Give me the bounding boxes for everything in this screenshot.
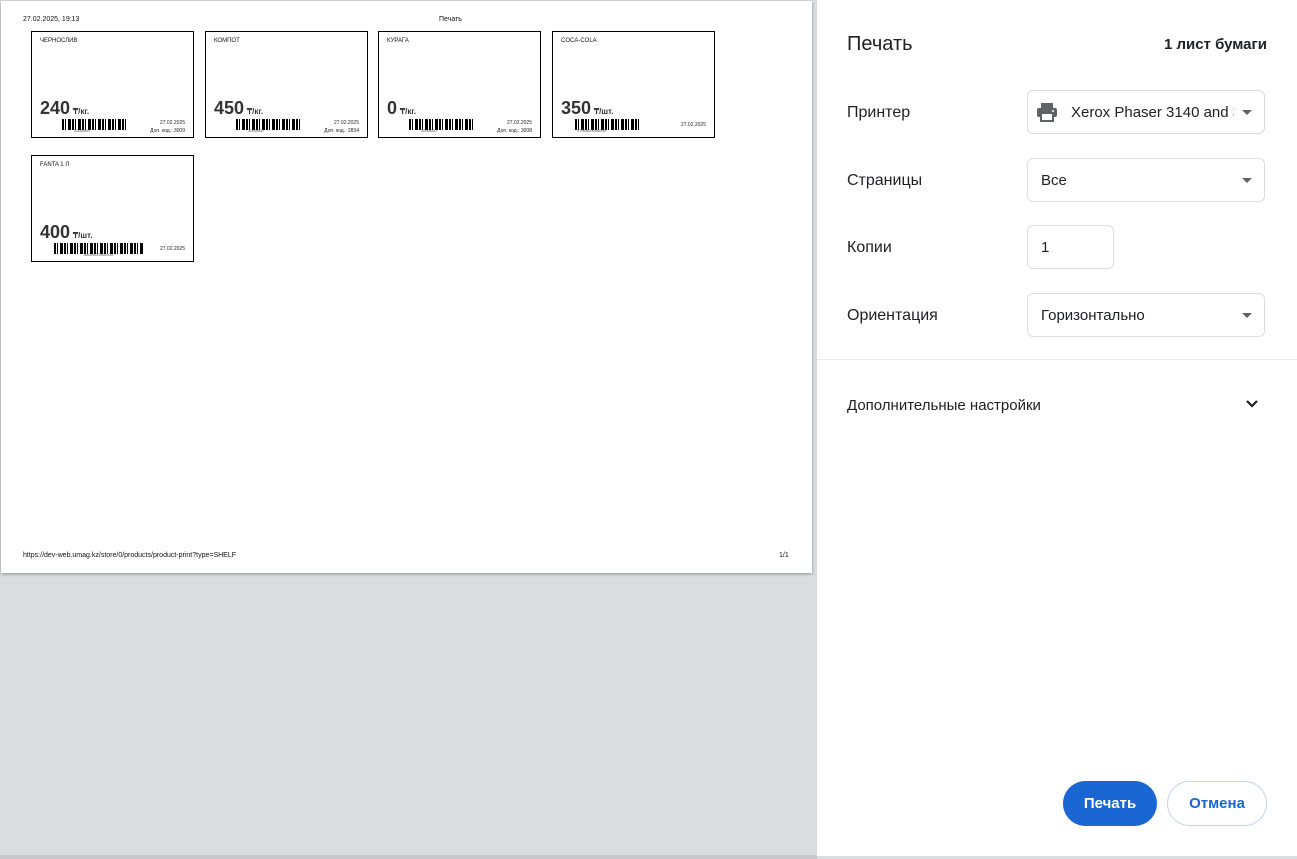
label-extra-code: Доп. код.: 3008	[497, 128, 532, 134]
barcode	[62, 119, 128, 130]
product-name: КУРАГА	[387, 38, 409, 44]
print-preview-area: 27.02.2025, 19:13 Печать ЧЕРНОСЛИВ 240 ₸/…	[0, 0, 817, 859]
copies-input[interactable]: 1	[1027, 225, 1114, 269]
preview-footer-page: 1/1	[779, 552, 789, 559]
barcode-number: 2000000	[248, 128, 264, 133]
copies-label: Копии	[847, 239, 892, 256]
pages-value: Все	[1041, 171, 1067, 189]
price-label: COCA-COLA 350 ₸/шт. 2700000000000 27.02.2…	[552, 31, 715, 138]
printer-label: Принтер	[847, 104, 911, 121]
price-label: FANTA 1 Л 400 ₸/шт. 4600000000000 27.02.2…	[31, 155, 194, 262]
preview-footer-url: https://dev-web.umag.kz/store/0/products…	[23, 552, 237, 559]
product-name: КОМПОТ	[214, 38, 240, 44]
chevron-down-icon[interactable]	[1245, 397, 1259, 411]
product-name: FANTA 1 Л	[40, 162, 70, 168]
price-value: 350	[561, 98, 592, 118]
preview-page: 27.02.2025, 19:13 Печать ЧЕРНОСЛИВ 240 ₸/…	[1, 1, 812, 573]
orientation-select[interactable]: Горизонтально	[1027, 293, 1265, 337]
barcode	[409, 119, 475, 130]
triangle-down-icon	[1242, 312, 1252, 318]
product-price: 0 ₸/кг.	[387, 98, 416, 119]
label-date: 27.02.2025	[159, 120, 185, 126]
product-price: 400 ₸/шт.	[40, 222, 92, 243]
price-unit: ₸/кг.	[400, 107, 417, 116]
barcode-number: 4600000000000	[84, 252, 113, 257]
label-extra-code: Доп. код.: 3009	[150, 128, 185, 134]
taskbar-strip	[0, 855, 817, 859]
price-value: 400	[40, 222, 71, 242]
label-date: 27.02.2025	[333, 120, 359, 126]
product-price: 450 ₸/кг.	[214, 98, 263, 119]
barcode	[236, 119, 302, 130]
label-date: 27.02.2025	[159, 246, 185, 252]
printer-select[interactable]: Xerox Phaser 3140 and 3155	[1027, 90, 1265, 134]
pages-label: Страницы	[847, 172, 923, 189]
price-value: 450	[214, 98, 245, 118]
triangle-down-icon	[1242, 177, 1252, 183]
price-unit: ₸/шт.	[73, 231, 93, 240]
divider	[817, 359, 1297, 360]
cancel-button[interactable]: Отмена	[1167, 781, 1267, 826]
product-price: 240 ₸/кг.	[40, 98, 89, 119]
sheet-count: 1 лист бумаги	[1163, 36, 1267, 53]
preview-header-datetime: 27.02.2025, 19:13	[23, 16, 80, 23]
price-unit: ₸/кг.	[73, 107, 90, 116]
triangle-down-icon	[1242, 109, 1252, 115]
print-settings-panel: Печать 1 лист бумаги Принтер Xerox Phase…	[817, 0, 1297, 856]
orientation-label: Ориентация	[847, 307, 938, 324]
preview-header-title: Печать	[439, 16, 462, 23]
more-settings-toggle[interactable]: Дополнительные настройки	[847, 397, 1041, 414]
printer-icon	[1036, 102, 1058, 122]
barcode-number: 2700000000000	[577, 128, 606, 133]
price-label: КУРАГА 0 ₸/кг. 2000000 27.02.2025 Доп. ко…	[378, 31, 541, 138]
printer-value: Xerox Phaser 3140 and 3155	[1071, 103, 1234, 121]
orientation-value: Горизонтально	[1041, 306, 1145, 324]
label-extra-code: Доп. код.: 2834	[324, 128, 359, 134]
print-button[interactable]: Печать	[1063, 781, 1157, 826]
barcode-number: 2000000	[74, 128, 90, 133]
price-unit: ₸/шт.	[594, 107, 614, 116]
pages-select[interactable]: Все	[1027, 158, 1265, 202]
product-name: ЧЕРНОСЛИВ	[40, 38, 78, 44]
barcode-number: 2000000	[421, 128, 437, 133]
dialog-title: Печать	[847, 33, 913, 55]
price-label: КОМПОТ 450 ₸/кг. 2000000 27.02.2025 Доп. …	[205, 31, 368, 138]
label-date: 27.02.2025	[506, 120, 532, 126]
product-price: 350 ₸/шт.	[561, 98, 613, 119]
price-label: ЧЕРНОСЛИВ 240 ₸/кг. 2000000 27.02.2025 До…	[31, 31, 194, 138]
price-value: 240	[40, 98, 71, 118]
price-value: 0	[387, 98, 398, 118]
product-name: COCA-COLA	[561, 38, 597, 44]
label-date: 27.02.2025	[680, 122, 706, 128]
price-unit: ₸/кг.	[247, 107, 264, 116]
